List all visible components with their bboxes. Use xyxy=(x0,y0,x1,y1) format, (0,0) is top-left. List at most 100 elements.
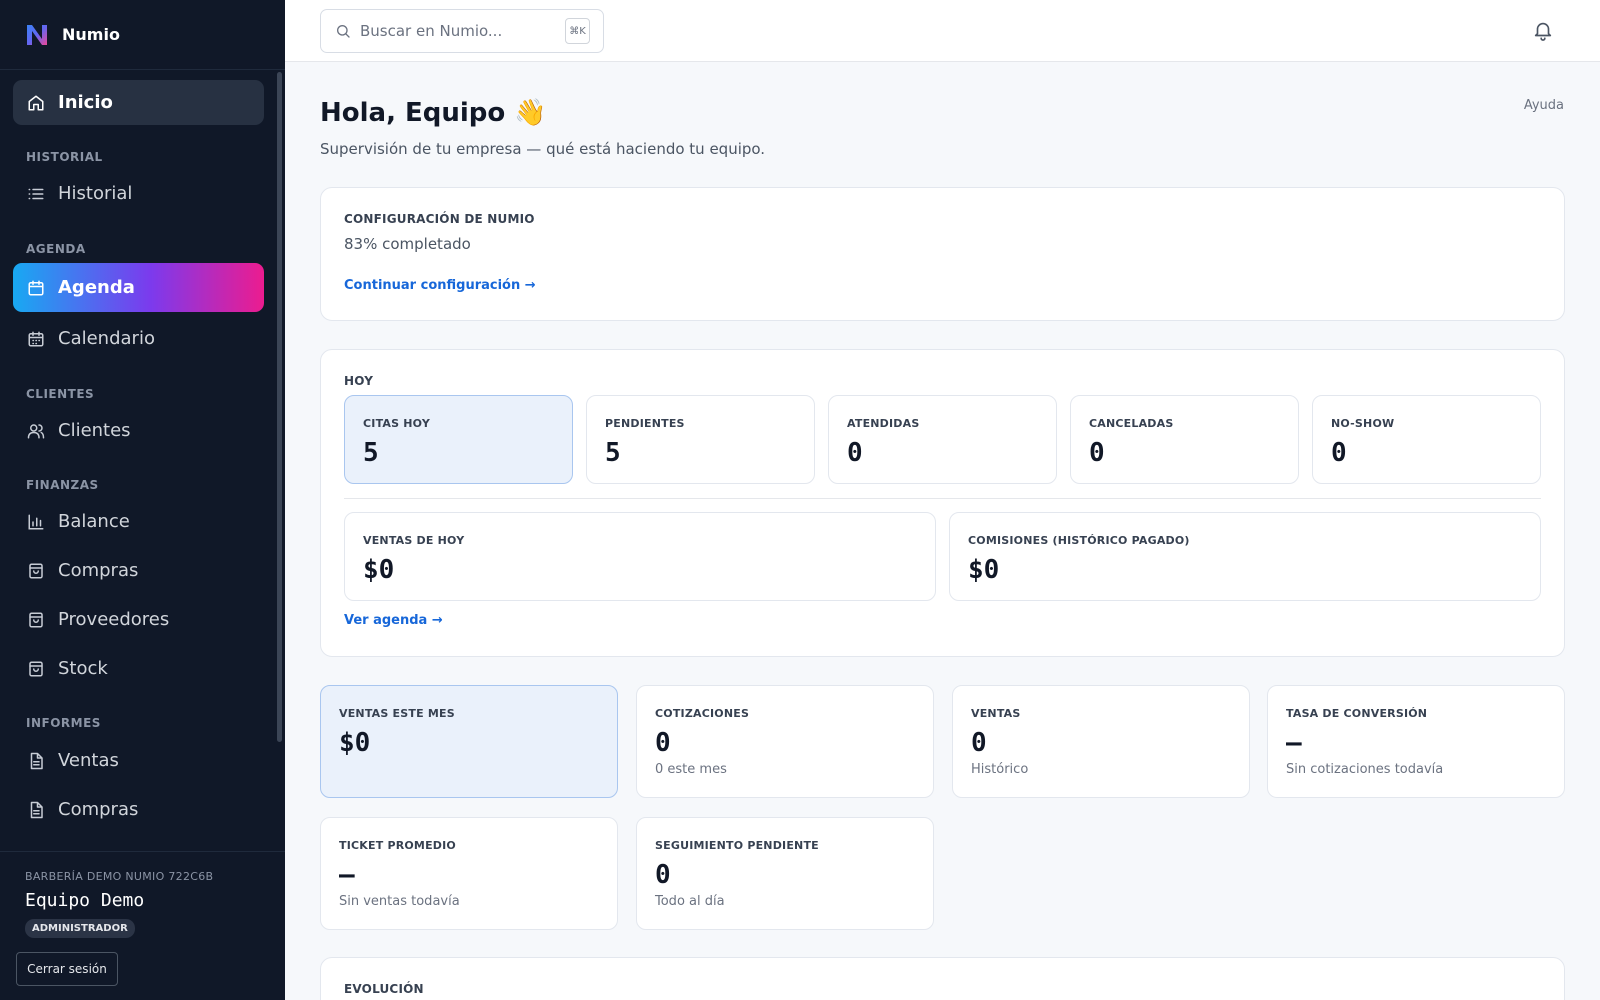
sidebar-item-calendario[interactable]: Calendario xyxy=(13,316,264,361)
sidebar-item-compras[interactable]: Compras xyxy=(13,548,264,593)
sidebar-item-agenda[interactable]: Agenda xyxy=(13,263,264,312)
sidebar-item-label: Historial xyxy=(58,183,133,204)
stat-citas-hoy[interactable]: CITAS HOY 5 xyxy=(344,395,573,484)
today-label: HOY xyxy=(344,374,374,388)
metric-note: Sin cotizaciones todavía xyxy=(1286,762,1444,777)
setup-card: CONFIGURACIÓN DE NUMIO 83% completado Co… xyxy=(320,187,1565,321)
sidebar-item-label: Stock xyxy=(58,658,108,679)
sidebar-scrollbar[interactable] xyxy=(277,72,282,742)
sidebar-item-proveedores[interactable]: Proveedores xyxy=(13,597,264,642)
role-badge: ADMINISTRADOR xyxy=(25,919,135,938)
sidebar-item-label: Compras xyxy=(58,560,139,581)
bell-icon[interactable] xyxy=(1532,19,1554,41)
metric-label: VENTAS ESTE MES xyxy=(339,707,455,720)
sidebar-item-label: Balance xyxy=(58,511,130,532)
stat-value: 5 xyxy=(363,438,379,468)
section-informes: INFORMES xyxy=(26,716,101,730)
divider xyxy=(344,498,1541,499)
section-clientes: CLIENTES xyxy=(26,387,95,401)
stat-value: 0 xyxy=(1089,438,1105,468)
sidebar-item-stock[interactable]: Stock xyxy=(13,646,264,691)
metric-seguimiento[interactable]: SEGUIMIENTO PENDIENTE 0 Todo al día xyxy=(636,817,934,930)
sidebar-item-historial[interactable]: Historial xyxy=(13,171,264,216)
stat-value: 0 xyxy=(847,438,863,468)
setup-progress: 83% completado xyxy=(344,235,471,253)
sidebar-item-inicio[interactable]: Inicio xyxy=(13,80,264,125)
metric-label: COTIZACIONES xyxy=(655,707,750,720)
stat-label: CITAS HOY xyxy=(363,417,431,430)
page-title: Hola, Equipo 👋 xyxy=(320,98,547,128)
view-agenda-link[interactable]: Ver agenda → xyxy=(344,613,443,628)
stat-canceladas[interactable]: CANCELADAS 0 xyxy=(1070,395,1299,484)
evolution-label: EVOLUCIÓN xyxy=(344,982,424,996)
section-finanzas: FINANZAS xyxy=(26,478,99,492)
metric-note: Histórico xyxy=(971,762,1029,777)
evolution-card: EVOLUCIÓN xyxy=(320,957,1565,1000)
document-icon xyxy=(30,752,43,769)
section-agenda: AGENDA xyxy=(26,242,86,256)
stat-value: $0 xyxy=(968,555,1000,585)
main-content: Hola, Equipo 👋 Supervisión de tu empresa… xyxy=(285,62,1600,1000)
stat-value: 5 xyxy=(605,438,621,468)
metric-value: — xyxy=(339,860,355,890)
metric-note: Todo al día xyxy=(655,894,725,909)
business-name: BARBERÍA DEMO NUMIO 722C6B xyxy=(25,870,214,883)
sidebar-item-label: Compras xyxy=(58,799,139,820)
metric-ventas-mes[interactable]: VENTAS ESTE MES $0 xyxy=(320,685,618,798)
sidebar-item-clientes[interactable]: Clientes xyxy=(13,408,264,453)
metric-note: Sin ventas todavía xyxy=(339,894,460,909)
stat-pendientes[interactable]: PENDIENTES 5 xyxy=(586,395,815,484)
metric-label: TASA DE CONVERSIÓN xyxy=(1286,707,1428,720)
metric-value: 0 xyxy=(971,728,987,758)
sidebar-item-ventas-informe[interactable]: Ventas xyxy=(13,738,264,783)
numio-logo-icon xyxy=(27,24,47,45)
sidebar-item-label: Inicio xyxy=(58,92,113,113)
metric-ticket-promedio[interactable]: TICKET PROMEDIO — Sin ventas todavía xyxy=(320,817,618,930)
sidebar-item-label: Proveedores xyxy=(58,609,170,630)
metric-value: 0 xyxy=(655,860,671,890)
sidebar-item-balance[interactable]: Balance xyxy=(13,499,264,544)
shopping-bag-icon xyxy=(29,563,43,578)
shortcut-badge: ⌘K xyxy=(565,18,590,44)
stat-label: CANCELADAS xyxy=(1089,417,1174,430)
brand[interactable]: Numio xyxy=(0,0,285,70)
document-icon xyxy=(30,801,43,818)
search-input[interactable]: Buscar en Numio... ⌘K xyxy=(320,9,604,53)
metric-ventas[interactable]: VENTAS 0 Histórico xyxy=(952,685,1250,798)
sidebar-item-compras-informe[interactable]: Compras xyxy=(13,787,264,832)
metric-cotizaciones[interactable]: COTIZACIONES 0 0 este mes xyxy=(636,685,934,798)
topbar: Buscar en Numio... ⌘K xyxy=(285,0,1600,62)
stat-ventas-hoy[interactable]: VENTAS DE HOY $0 xyxy=(344,512,936,601)
sidebar: Numio Inicio HISTORIAL Historial AGENDA … xyxy=(0,0,285,1000)
stat-no-show[interactable]: NO-SHOW 0 xyxy=(1312,395,1541,484)
stat-label: NO-SHOW xyxy=(1331,417,1395,430)
section-historial: HISTORIAL xyxy=(26,150,103,164)
metric-label: VENTAS xyxy=(971,707,1021,720)
users-icon xyxy=(27,423,45,438)
metric-label: TICKET PROMEDIO xyxy=(339,839,456,852)
stat-label: PENDIENTES xyxy=(605,417,685,430)
stat-label: COMISIONES (HISTÓRICO PAGADO) xyxy=(968,534,1190,547)
metric-tasa-conversion[interactable]: TASA DE CONVERSIÓN — Sin cotizaciones to… xyxy=(1267,685,1565,798)
continue-setup-link[interactable]: Continuar configuración → xyxy=(344,278,536,293)
page-subtitle: Supervisión de tu empresa — qué está hac… xyxy=(320,140,766,158)
bar-chart-icon xyxy=(28,514,44,529)
app-name: Numio xyxy=(62,25,120,44)
metric-label: SEGUIMIENTO PENDIENTE xyxy=(655,839,819,852)
sidebar-item-label: Agenda xyxy=(58,277,135,298)
stat-comisiones[interactable]: COMISIONES (HISTÓRICO PAGADO) $0 xyxy=(949,512,1541,601)
help-link[interactable]: Ayuda xyxy=(1524,98,1564,113)
user-name: Equipo Demo xyxy=(25,890,145,911)
metric-value: — xyxy=(1286,728,1302,758)
sidebar-item-label: Clientes xyxy=(58,420,131,441)
logout-button[interactable]: Cerrar sesión xyxy=(16,952,118,986)
list-icon xyxy=(28,188,44,199)
search-placeholder: Buscar en Numio... xyxy=(360,22,503,40)
stat-atendidas[interactable]: ATENDIDAS 0 xyxy=(828,395,1057,484)
metric-value: $0 xyxy=(339,728,371,758)
sidebar-item-label: Ventas xyxy=(58,750,119,771)
search-icon xyxy=(337,25,350,38)
sidebar-footer: BARBERÍA DEMO NUMIO 722C6B Equipo Demo A… xyxy=(0,851,285,1000)
setup-label: CONFIGURACIÓN DE NUMIO xyxy=(344,212,535,226)
stat-value: 0 xyxy=(1331,438,1347,468)
